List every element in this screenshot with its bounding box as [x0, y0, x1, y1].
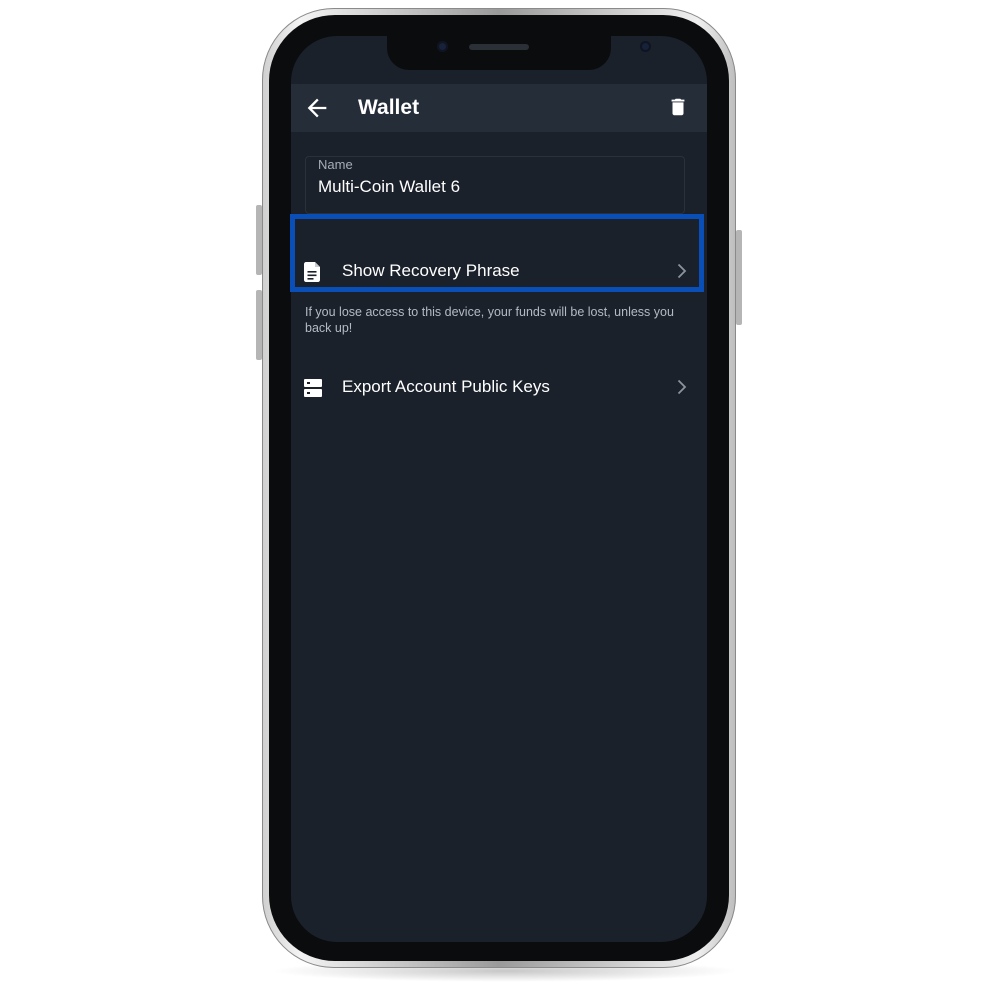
export-public-keys-item[interactable]: Export Account Public Keys	[291, 365, 707, 409]
wallet-name-field[interactable]: Name Multi-Coin Wallet 6	[305, 156, 685, 214]
server-icon	[304, 378, 322, 398]
power-button	[736, 230, 742, 325]
notch	[387, 36, 651, 70]
delete-wallet-button[interactable]	[667, 94, 689, 120]
wallet-name-label: Name	[318, 157, 353, 172]
backup-warning-text: If you lose access to this device, your …	[305, 305, 674, 335]
chevron-right-icon	[677, 379, 687, 395]
app-bar: Wallet	[291, 84, 707, 132]
stage: Wallet Name Multi-Coin Wallet 6 Show Rec…	[0, 0, 1000, 1000]
highlight-box	[290, 214, 704, 292]
sensor-icon	[437, 41, 448, 52]
phone-screen: Wallet Name Multi-Coin Wallet 6 Show Rec…	[291, 36, 707, 942]
speaker-grille	[469, 44, 529, 50]
export-public-keys-label: Export Account Public Keys	[342, 377, 550, 396]
wallet-name-value[interactable]: Multi-Coin Wallet 6	[318, 177, 460, 197]
camera-icon	[640, 41, 651, 52]
arrow-left-icon	[307, 98, 327, 118]
page-title: Wallet	[358, 96, 420, 119]
trash-icon	[671, 98, 685, 116]
back-button[interactable]	[303, 94, 331, 122]
